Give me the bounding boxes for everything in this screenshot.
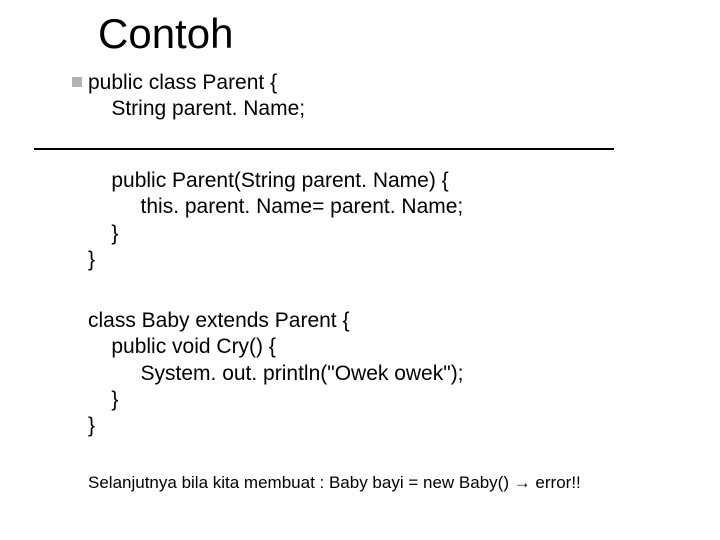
bullet-marker — [72, 77, 82, 87]
footnote-prefix: Selanjutnya bila kita membuat : Baby bay… — [88, 473, 514, 492]
code-block-3: class Baby extends Parent { public void … — [88, 308, 464, 439]
slide-title: Contoh — [98, 10, 233, 58]
code-block-1: public class Parent { String parent. Nam… — [88, 70, 305, 123]
arrow-icon: → — [514, 473, 531, 492]
footnote-suffix: error!! — [531, 473, 581, 492]
footnote: Selanjutnya bila kita membuat : Baby bay… — [88, 473, 581, 493]
code-block-2: public Parent(String parent. Name) { thi… — [88, 168, 463, 273]
horizontal-rule — [34, 148, 614, 150]
slide: Contoh public class Parent { String pare… — [0, 0, 720, 540]
